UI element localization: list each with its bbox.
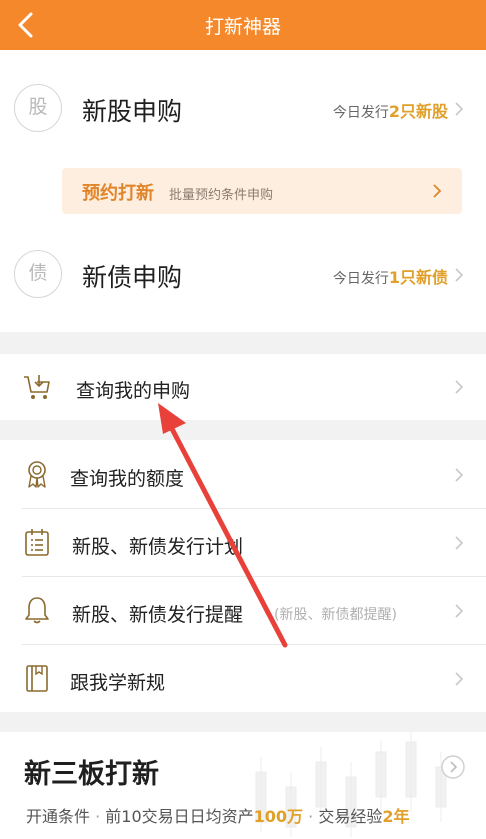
condition-1-value: 100万 xyxy=(253,807,304,826)
new-stock-info-prefix: 今日发行 xyxy=(332,105,389,121)
new-third-board-conditions: 开通条件 · 前10交易日日均资产100万 · 交易经验2年 xyxy=(26,803,409,827)
new-stock-count: 2只新股 xyxy=(388,102,448,121)
award-ribbon-icon xyxy=(28,461,46,488)
new-stock-subscription-row[interactable]: 股 新股申购 今日发行2只新股 xyxy=(0,70,486,150)
reserve-ipo-subtitle: 批量预约条件申购 xyxy=(169,188,274,203)
bond-badge-icon: 债 xyxy=(14,250,62,298)
new-bond-count: 1只新债 xyxy=(388,268,448,287)
top-bar: 打新神器 xyxy=(0,0,486,50)
condition-label: 开通条件 xyxy=(26,807,91,826)
divider xyxy=(22,508,486,509)
chevron-right-icon xyxy=(455,468,464,482)
condition-1-text: 前10交易日日均资产 xyxy=(105,807,254,826)
query-my-quota-label: 查询我的额度 xyxy=(70,468,185,490)
book-icon xyxy=(26,665,48,692)
issue-reminder-row[interactable]: 新股、新债发行提醒 (新股、新债都提醒) xyxy=(0,578,486,644)
cart-download-icon xyxy=(24,375,50,399)
divider xyxy=(22,644,486,645)
chevron-right-icon xyxy=(455,380,464,394)
chevron-right-icon xyxy=(455,604,464,618)
chevron-right-icon xyxy=(455,268,464,282)
issue-reminder-label: 新股、新债发行提醒 xyxy=(72,604,244,626)
condition-2-value: 2年 xyxy=(382,807,410,826)
bell-icon xyxy=(25,597,49,624)
stock-badge-icon: 股 xyxy=(14,84,62,132)
query-my-subscription-label: 查询我的申购 xyxy=(76,380,191,402)
new-bond-label: 新债申购 xyxy=(82,263,183,292)
query-my-subscription-row[interactable]: 查询我的申购 xyxy=(0,354,486,420)
chevron-right-icon xyxy=(455,102,464,116)
new-bond-info: 今日发行1只新债 xyxy=(333,264,448,288)
bullet-separator: · xyxy=(95,807,106,826)
learn-new-rules-label: 跟我学新规 xyxy=(70,672,166,694)
bullet-separator: · xyxy=(308,807,319,826)
reserve-ipo-title: 预约打新 xyxy=(82,183,154,204)
new-stock-label: 新股申购 xyxy=(82,97,183,126)
query-my-quota-row[interactable]: 查询我的额度 xyxy=(0,442,486,508)
reserve-ipo-banner[interactable]: 预约打新 批量预约条件申购 xyxy=(62,168,462,214)
divider xyxy=(22,576,486,577)
new-bond-subscription-row[interactable]: 债 新债申购 今日发行1只新债 xyxy=(0,236,486,316)
chevron-right-circle-icon[interactable] xyxy=(440,754,466,780)
calendar-list-icon xyxy=(25,529,49,556)
chevron-right-icon xyxy=(455,672,464,686)
learn-new-rules-row[interactable]: 跟我学新规 xyxy=(0,646,486,712)
issue-plan-row[interactable]: 新股、新债发行计划 xyxy=(0,510,486,576)
chevron-right-icon xyxy=(433,184,442,198)
condition-2-text: 交易经验 xyxy=(318,807,383,826)
page-title: 打新神器 xyxy=(204,16,281,38)
chevron-right-icon xyxy=(455,536,464,550)
new-bond-info-prefix: 今日发行 xyxy=(332,271,389,287)
new-third-board-title: 新三板打新 xyxy=(24,759,159,790)
issue-plan-label: 新股、新债发行计划 xyxy=(72,536,244,558)
new-stock-info: 今日发行2只新股 xyxy=(333,98,448,122)
issue-reminder-hint: (新股、新债都提醒) xyxy=(274,607,397,623)
